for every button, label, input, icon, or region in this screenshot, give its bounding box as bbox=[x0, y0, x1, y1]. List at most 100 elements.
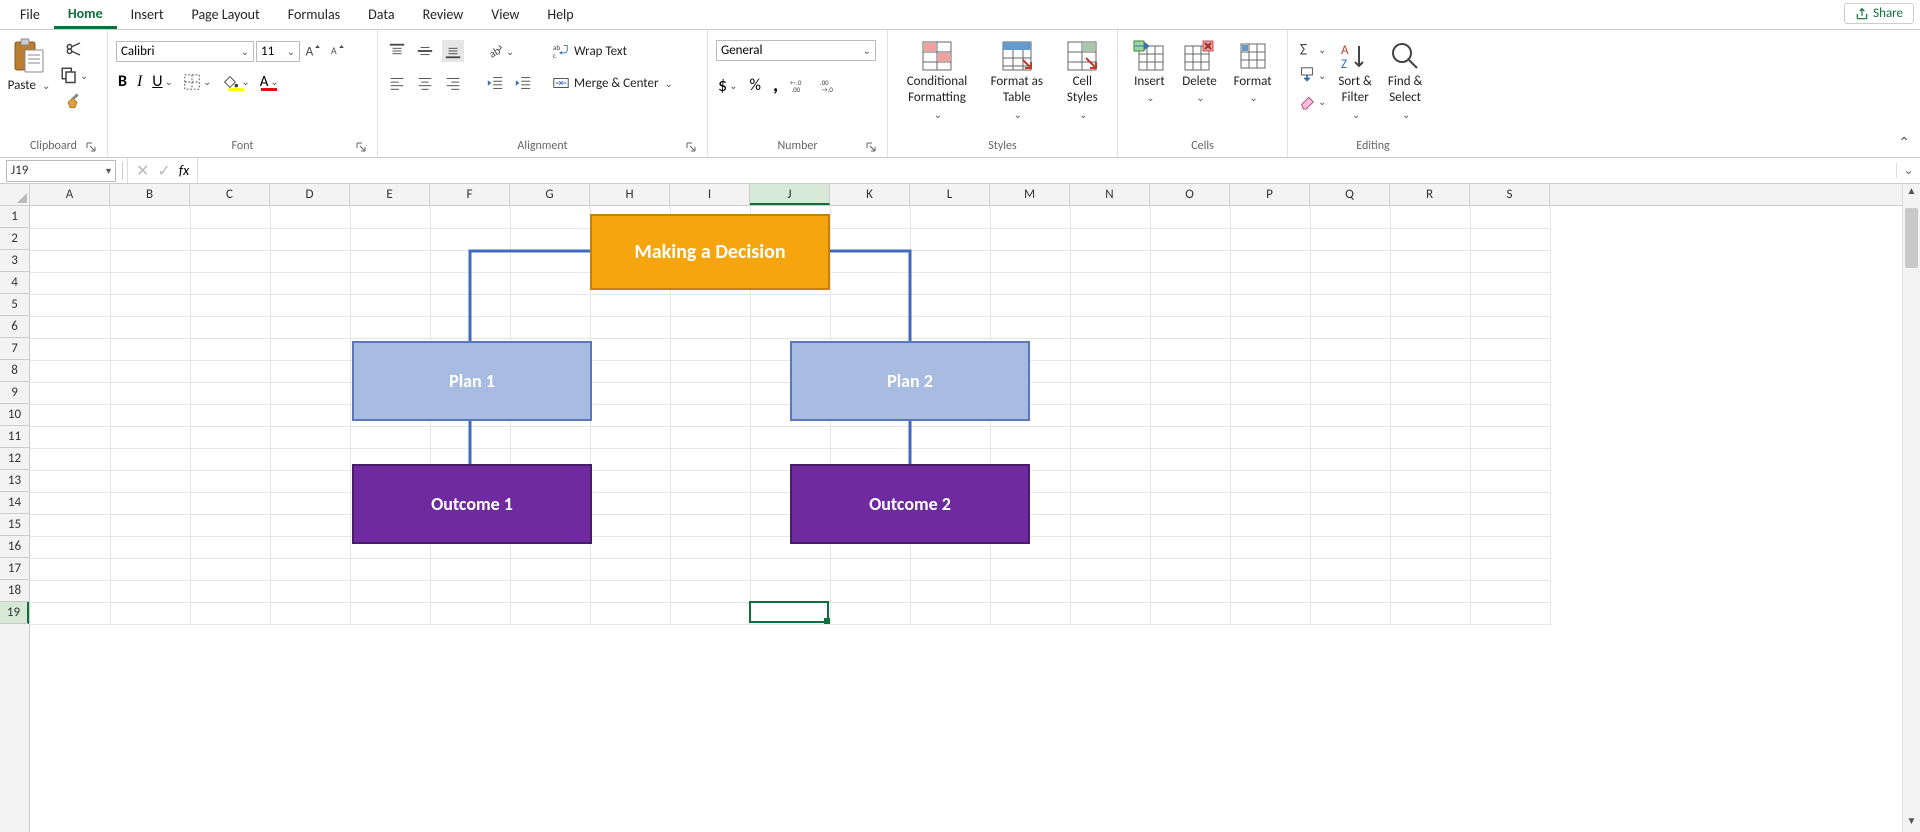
cell[interactable] bbox=[590, 470, 670, 492]
cell[interactable] bbox=[30, 250, 110, 272]
insert-cells-button[interactable]: Insert bbox=[1127, 38, 1171, 137]
cell[interactable] bbox=[1070, 206, 1150, 228]
col-header-P[interactable]: P bbox=[1230, 184, 1310, 205]
tab-view[interactable]: View bbox=[477, 2, 533, 27]
increase-decimal-button[interactable]: ←.0.00 bbox=[788, 74, 810, 96]
cell[interactable] bbox=[1070, 404, 1150, 426]
col-header-M[interactable]: M bbox=[990, 184, 1070, 205]
cell[interactable] bbox=[30, 360, 110, 382]
row-header-16[interactable]: 16 bbox=[0, 536, 29, 558]
cell[interactable] bbox=[1390, 338, 1470, 360]
cell[interactable] bbox=[270, 338, 350, 360]
cell[interactable] bbox=[1390, 558, 1470, 580]
cell[interactable] bbox=[110, 294, 190, 316]
autosum-button[interactable]: Σ bbox=[1296, 38, 1328, 60]
format-painter-button[interactable] bbox=[58, 90, 90, 112]
cell[interactable] bbox=[430, 250, 510, 272]
cell[interactable] bbox=[670, 580, 750, 602]
cell[interactable] bbox=[110, 272, 190, 294]
percent-button[interactable]: % bbox=[748, 74, 763, 97]
cell[interactable] bbox=[110, 206, 190, 228]
cell[interactable] bbox=[590, 294, 670, 316]
cell[interactable] bbox=[350, 580, 430, 602]
cell[interactable] bbox=[1070, 536, 1150, 558]
cell[interactable] bbox=[590, 558, 670, 580]
alignment-launcher[interactable] bbox=[685, 141, 697, 153]
cell[interactable] bbox=[190, 382, 270, 404]
cell[interactable] bbox=[30, 492, 110, 514]
cell[interactable] bbox=[1150, 338, 1230, 360]
cell[interactable] bbox=[670, 514, 750, 536]
cell[interactable] bbox=[1070, 470, 1150, 492]
cell[interactable] bbox=[30, 470, 110, 492]
tab-formulas[interactable]: Formulas bbox=[274, 2, 354, 27]
cell[interactable] bbox=[590, 404, 670, 426]
cell[interactable] bbox=[590, 492, 670, 514]
cell[interactable] bbox=[1070, 272, 1150, 294]
cell[interactable] bbox=[190, 536, 270, 558]
cell[interactable] bbox=[430, 580, 510, 602]
decrease-font-button[interactable]: A bbox=[326, 40, 348, 62]
cell[interactable] bbox=[1310, 316, 1390, 338]
cell[interactable] bbox=[830, 228, 910, 250]
cell[interactable] bbox=[1390, 360, 1470, 382]
orientation-button[interactable]: ab bbox=[484, 40, 516, 62]
cell[interactable] bbox=[1230, 272, 1310, 294]
cell[interactable] bbox=[750, 558, 830, 580]
cell[interactable] bbox=[1070, 316, 1150, 338]
clear-button[interactable] bbox=[1296, 90, 1328, 112]
cell[interactable] bbox=[1070, 228, 1150, 250]
cell[interactable] bbox=[30, 602, 110, 624]
cell[interactable] bbox=[270, 448, 350, 470]
col-header-C[interactable]: C bbox=[190, 184, 270, 205]
row-header-7[interactable]: 7 bbox=[0, 338, 29, 360]
cell[interactable] bbox=[670, 536, 750, 558]
tab-home[interactable]: Home bbox=[54, 1, 117, 29]
cell[interactable] bbox=[110, 316, 190, 338]
cell[interactable] bbox=[190, 206, 270, 228]
cell[interactable] bbox=[1150, 492, 1230, 514]
cell[interactable] bbox=[270, 316, 350, 338]
cell[interactable] bbox=[670, 602, 750, 624]
paste-button[interactable] bbox=[11, 36, 47, 76]
cell[interactable] bbox=[1390, 206, 1470, 228]
cut-button[interactable] bbox=[58, 38, 90, 60]
cell[interactable] bbox=[1230, 228, 1310, 250]
increase-indent-button[interactable] bbox=[512, 72, 534, 94]
conditional-formatting-button[interactable]: Conditional Formatting bbox=[901, 38, 974, 137]
cell[interactable] bbox=[110, 382, 190, 404]
cell[interactable] bbox=[270, 250, 350, 272]
cell[interactable] bbox=[190, 602, 270, 624]
cell[interactable] bbox=[1150, 382, 1230, 404]
cancel-formula-button[interactable]: ✕ bbox=[136, 161, 149, 181]
paste-dropdown[interactable]: Paste bbox=[4, 76, 55, 95]
cell[interactable] bbox=[190, 426, 270, 448]
cell[interactable] bbox=[1150, 514, 1230, 536]
cell[interactable] bbox=[1150, 228, 1230, 250]
cell[interactable] bbox=[1310, 426, 1390, 448]
cell[interactable] bbox=[1070, 338, 1150, 360]
cell[interactable] bbox=[670, 294, 750, 316]
cell[interactable] bbox=[430, 228, 510, 250]
cell[interactable] bbox=[910, 250, 990, 272]
cell[interactable] bbox=[670, 404, 750, 426]
cell[interactable] bbox=[1230, 536, 1310, 558]
cell[interactable] bbox=[510, 580, 590, 602]
cell[interactable] bbox=[350, 206, 430, 228]
cell[interactable] bbox=[1070, 580, 1150, 602]
cell[interactable] bbox=[1470, 426, 1550, 448]
cell[interactable] bbox=[30, 294, 110, 316]
accounting-button[interactable]: $ bbox=[716, 72, 740, 98]
cell[interactable] bbox=[270, 382, 350, 404]
cell[interactable] bbox=[510, 316, 590, 338]
col-header-H[interactable]: H bbox=[590, 184, 670, 205]
cell[interactable] bbox=[990, 228, 1070, 250]
col-header-S[interactable]: S bbox=[1470, 184, 1550, 205]
cell[interactable] bbox=[1070, 382, 1150, 404]
cell[interactable] bbox=[110, 492, 190, 514]
cell[interactable] bbox=[1150, 426, 1230, 448]
comma-button[interactable]: , bbox=[771, 71, 780, 99]
cell[interactable] bbox=[1230, 294, 1310, 316]
align-bottom-button[interactable] bbox=[442, 40, 464, 62]
row-header-2[interactable]: 2 bbox=[0, 228, 29, 250]
